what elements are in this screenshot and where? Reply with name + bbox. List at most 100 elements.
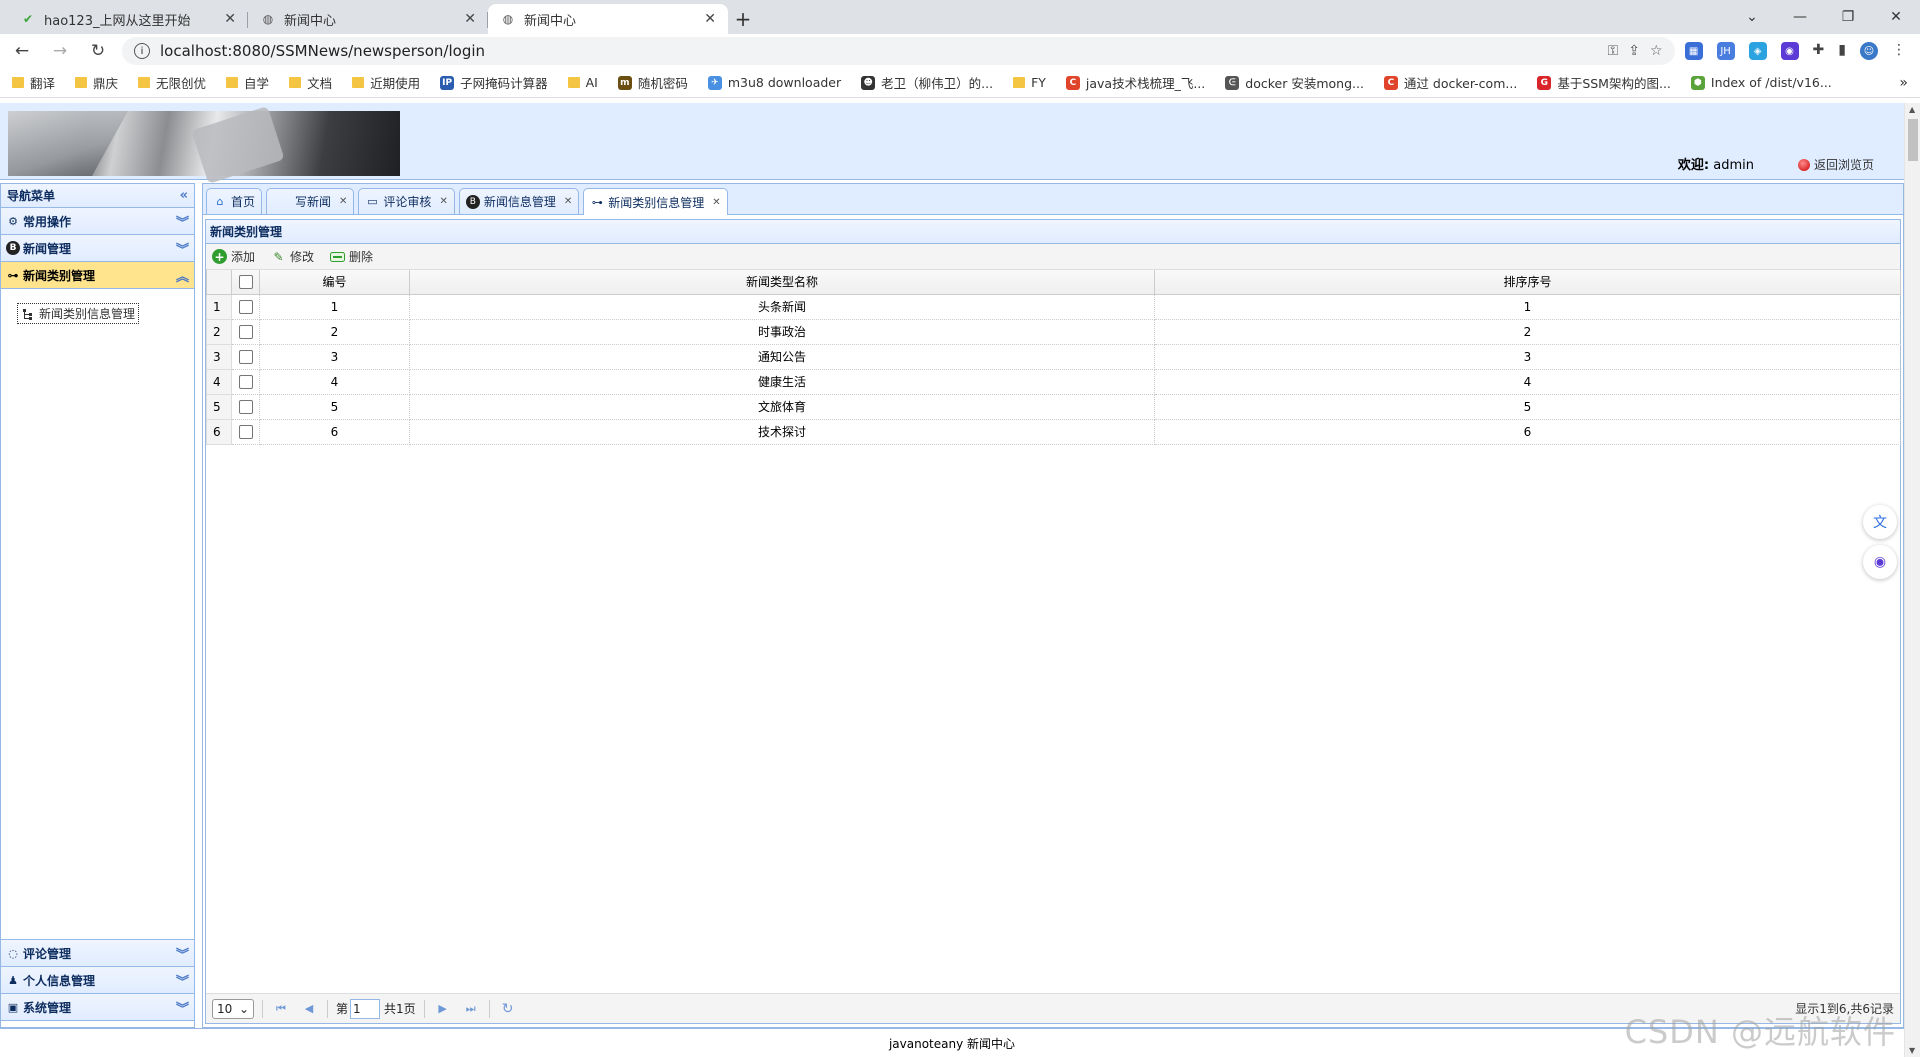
back-arrow-icon[interactable]: ←	[8, 41, 36, 61]
page-number-input[interactable]: 1	[350, 998, 381, 1019]
tab-search-icon[interactable]: ⌄	[1728, 0, 1776, 34]
edit-button[interactable]: ✎ 修改	[271, 248, 314, 265]
bookmark-item[interactable]: ᕮ docker 安装mong...	[1225, 73, 1364, 92]
chevron-down-icon[interactable]: ︾	[176, 944, 189, 963]
refresh-icon[interactable]: ↻	[498, 1001, 518, 1017]
table-row[interactable]: 5 5 文旅体育 5	[206, 393, 1901, 420]
select-all-checkbox[interactable]	[238, 275, 253, 289]
content-tab[interactable]: 写新闻 ✕	[266, 188, 355, 214]
close-tab-icon[interactable]: ✕	[712, 197, 720, 208]
content-tab[interactable]: ⊶ 新闻类别信息管理 ✕	[583, 188, 728, 215]
profile-avatar-icon[interactable]: ☺	[1860, 42, 1878, 60]
bookmark-item[interactable]: ☻ 老卫（柳伟卫）的...	[861, 73, 993, 92]
scroll-thumb[interactable]	[1908, 119, 1918, 161]
col-id-header[interactable]: 编号	[259, 270, 410, 295]
next-page-icon[interactable]: ▶	[433, 1002, 453, 1015]
row-checkbox[interactable]	[238, 349, 253, 364]
chevron-down-icon[interactable]: ︾	[176, 212, 189, 231]
omnibox[interactable]: i localhost:8080/SSMNews/newsperson/logi…	[122, 37, 1675, 65]
bookmark-item[interactable]: 近期使用	[352, 73, 420, 92]
extension-chart-icon[interactable]: ▦	[1684, 42, 1703, 60]
bookmark-item[interactable]: 自学	[226, 73, 269, 92]
nav-section[interactable]: ▣ 系统管理 ︾	[1, 994, 194, 1021]
scroll-down-icon[interactable]: ▼	[1909, 1046, 1915, 1055]
row-checkbox[interactable]	[238, 399, 253, 414]
extension-jh-icon[interactable]: JH	[1716, 42, 1735, 60]
scroll-up-icon[interactable]: ▲	[1909, 105, 1915, 114]
reload-icon[interactable]: ↻	[84, 41, 112, 61]
browser-tab[interactable]: ◍ 新闻中心 ✕	[488, 4, 728, 34]
more-bookmarks-icon[interactable]: »	[1899, 75, 1908, 91]
close-tab-icon[interactable]: ✕	[439, 196, 447, 207]
assistant-float-icon[interactable]: ◉	[1863, 545, 1897, 579]
extensions-puzzle-icon[interactable]: ✚	[1813, 42, 1825, 60]
bookmark-item[interactable]: ✈ m3u8 downloader	[707, 75, 841, 90]
close-tab-icon[interactable]: ✕	[464, 11, 476, 27]
bookmark-item[interactable]: 鼎庆	[75, 73, 118, 92]
close-tab-icon[interactable]: ✕	[339, 196, 347, 207]
bookmark-item[interactable]: AI	[567, 75, 598, 90]
table-row[interactable]: 3 3 通知公告 3	[206, 343, 1901, 370]
menu-kebab-icon[interactable]: ⋮	[1892, 42, 1906, 60]
content-tab[interactable]: ⌂ 首页	[206, 188, 263, 214]
share-icon[interactable]: ⇪	[1628, 43, 1640, 59]
browser-tab[interactable]: ◍ 新闻中心 ✕	[248, 4, 488, 34]
url-text[interactable]: localhost:8080/SSMNews/newsperson/login	[160, 42, 1598, 60]
nav-section[interactable]: ⊶ 新闻类别管理 ︽	[1, 262, 194, 289]
chevron-up-icon[interactable]: ︽	[176, 266, 189, 285]
row-checkbox[interactable]	[238, 374, 253, 389]
bookmark-item[interactable]: 翻译	[12, 73, 55, 92]
bookmark-item[interactable]: m 随机密码	[617, 73, 688, 92]
chevron-down-icon[interactable]: ︾	[176, 239, 189, 258]
new-tab-button[interactable]: +	[728, 4, 758, 34]
bookmark-item[interactable]: 文档	[289, 73, 332, 92]
row-checkbox[interactable]	[238, 424, 253, 439]
table-row[interactable]: 6 6 技术探讨 6	[206, 418, 1901, 445]
bookmark-item[interactable]: 无限创优	[138, 73, 206, 92]
bookmark-item[interactable]: FY	[1013, 75, 1046, 90]
star-icon[interactable]: ☆	[1650, 43, 1663, 59]
close-tab-icon[interactable]: ✕	[564, 196, 572, 207]
extension-face-icon[interactable]: ◉	[1780, 42, 1799, 60]
extension-shield-icon[interactable]: ◈	[1748, 42, 1767, 60]
forward-arrow-icon[interactable]: →	[46, 41, 74, 61]
table-row[interactable]: 1 1 头条新闻 1	[206, 293, 1901, 320]
nav-section[interactable]: B 新闻管理 ︾	[1, 235, 194, 262]
browser-tab[interactable]: ✔ hao123_上网从这里开始 ✕	[8, 4, 248, 34]
content-tab[interactable]: B 新闻信息管理 ✕	[458, 188, 580, 214]
close-window-icon[interactable]: ✕	[1872, 0, 1920, 34]
back-to-browse-link[interactable]: 返回浏览页	[1797, 156, 1874, 173]
chevron-down-icon[interactable]: ︾	[176, 998, 189, 1017]
content-tab[interactable]: ▭ 评论审核 ✕	[358, 188, 455, 214]
collapse-left-icon[interactable]: «	[180, 188, 188, 203]
bookmark-item[interactable]: IP 子网掩码计算器	[440, 73, 548, 92]
row-checkbox[interactable]	[238, 324, 253, 339]
row-checkbox[interactable]	[238, 299, 253, 314]
close-tab-icon[interactable]: ✕	[224, 11, 236, 27]
first-page-icon[interactable]: ⏮	[271, 1002, 291, 1016]
bookmark-item[interactable]: G 基于SSM架构的图...	[1537, 73, 1671, 92]
table-row[interactable]: 4 4 健康生活 4	[206, 368, 1901, 395]
translate-float-icon[interactable]: 文	[1863, 505, 1897, 539]
page-size-select[interactable]: 10 ⌄	[212, 998, 254, 1019]
key-icon[interactable]: ⚿	[1608, 43, 1619, 59]
delete-button[interactable]: 删除	[330, 248, 373, 265]
nav-section[interactable]: ◌ 评论管理 ︾	[1, 940, 194, 967]
tree-item-category-management[interactable]: 新闻类别信息管理	[17, 303, 140, 324]
last-page-icon[interactable]: ⏭	[461, 1002, 481, 1016]
side-panel-icon[interactable]: ▮	[1838, 42, 1846, 60]
table-row[interactable]: 2 2 时事政治 2	[206, 318, 1901, 345]
site-info-icon[interactable]: i	[134, 43, 150, 59]
add-button[interactable]: + 添加	[212, 248, 255, 265]
bookmark-item[interactable]: ⬢ Index of /dist/v16...	[1690, 75, 1832, 90]
nav-section[interactable]: ⚙ 常用操作 ︾	[1, 208, 194, 235]
restore-icon[interactable]: ❐	[1824, 0, 1872, 34]
bookmark-item[interactable]: Cjava技术栈梳理_飞...	[1065, 73, 1205, 92]
nav-section[interactable]: ♟ 个人信息管理 ︾	[1, 967, 194, 994]
chevron-down-icon[interactable]: ︾	[176, 971, 189, 990]
col-order-header[interactable]: 排序序号	[1154, 270, 1901, 295]
minimize-icon[interactable]: —	[1776, 0, 1824, 34]
page-scrollbar[interactable]: ▲ ▼	[1904, 103, 1920, 1057]
close-tab-icon[interactable]: ✕	[704, 11, 716, 27]
prev-page-icon[interactable]: ◀	[299, 1002, 319, 1015]
